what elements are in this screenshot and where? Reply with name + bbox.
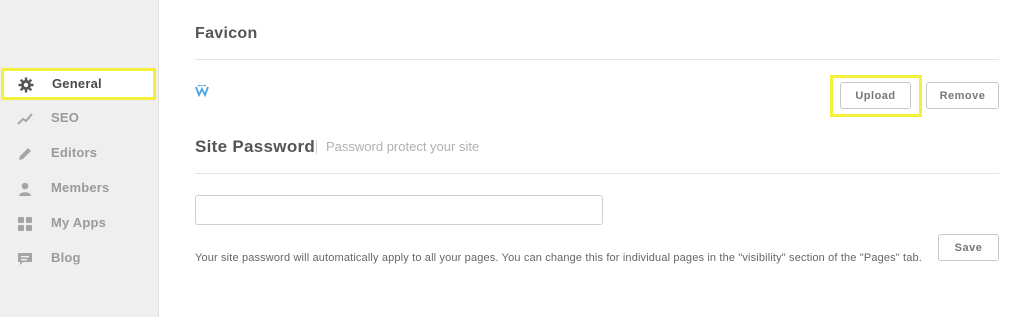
password-description: Your site password will automatically ap… xyxy=(195,252,922,264)
sidebar-item-my-apps[interactable]: My Apps xyxy=(0,207,158,241)
sidebar-item-label: Blog xyxy=(51,250,81,265)
site-password-input[interactable] xyxy=(195,195,603,225)
sidebar-item-seo[interactable]: SEO xyxy=(0,102,158,136)
trend-icon xyxy=(17,111,33,127)
upload-button[interactable]: Upload xyxy=(840,82,911,109)
sidebar-item-editors[interactable]: Editors xyxy=(0,137,158,171)
sidebar-item-blog[interactable]: Blog xyxy=(0,242,158,276)
sidebar-item-members[interactable]: Members xyxy=(0,172,158,206)
sidebar-item-label: Members xyxy=(51,180,110,195)
save-button[interactable]: Save xyxy=(938,234,999,261)
sidebar-item-label: My Apps xyxy=(51,215,107,230)
favicon-preview-icon xyxy=(195,84,209,98)
sidebar-item-label: Editors xyxy=(51,145,98,160)
sidebar-item-label: General xyxy=(52,76,102,91)
sidebar-item-general[interactable]: General xyxy=(1,68,156,100)
sidebar-item-label: SEO xyxy=(51,110,80,125)
sidebar: General SEO Editors Members My Apps Blog xyxy=(0,0,159,317)
apps-grid-icon xyxy=(17,216,33,232)
remove-button[interactable]: Remove xyxy=(926,82,999,109)
favicon-title: Favicon xyxy=(195,25,258,42)
site-password-subtitle: Password protect your site xyxy=(326,139,480,154)
title-separator xyxy=(316,140,317,154)
pencil-icon xyxy=(17,146,33,162)
person-icon xyxy=(17,181,33,197)
favicon-divider xyxy=(195,59,999,60)
comment-icon xyxy=(17,251,33,267)
password-divider xyxy=(195,173,999,174)
site-password-title: Site Password xyxy=(195,137,316,156)
gear-icon xyxy=(18,77,34,93)
